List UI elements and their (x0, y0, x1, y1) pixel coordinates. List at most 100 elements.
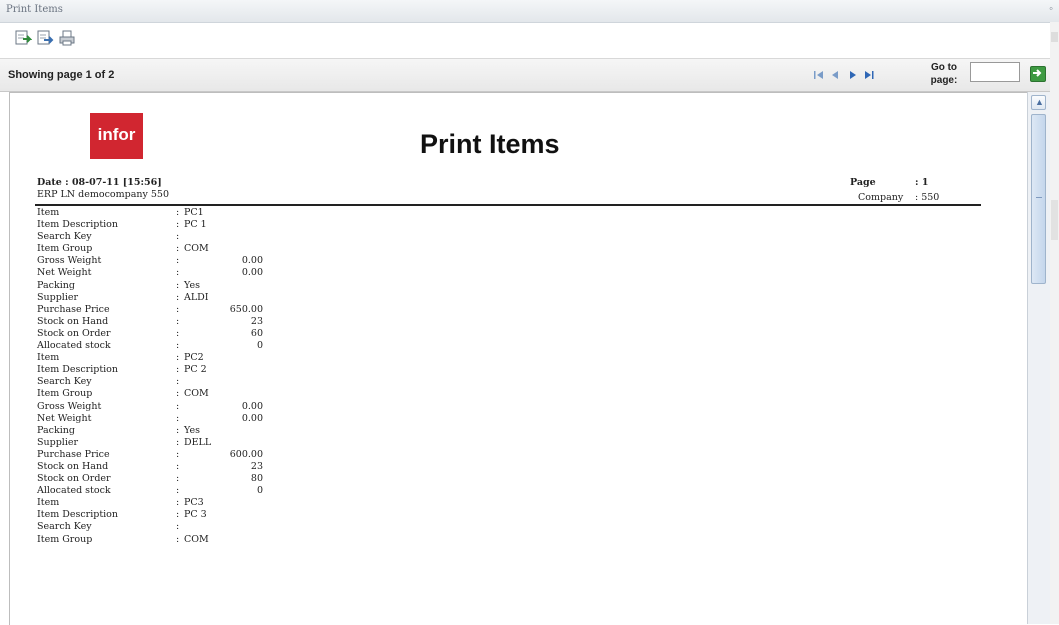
field-value: 60 (250, 327, 263, 339)
field-separator: : (176, 207, 180, 218)
report-row: Stock on Order: 60 (37, 328, 437, 340)
report-row: Allocated stock: 0 (37, 340, 437, 352)
scroll-thumb[interactable] (1031, 114, 1046, 284)
report-row: Stock on Order: 80 (37, 473, 437, 485)
title-bar: Print Items ◦ (0, 0, 1059, 23)
scroll-up-button[interactable]: ▲ (1031, 95, 1046, 110)
go-arrow-icon[interactable] (1030, 66, 1046, 82)
report-company-label: Company (858, 192, 904, 203)
previous-page-icon[interactable] (828, 68, 842, 82)
field-separator: : (176, 388, 180, 400)
report-row: Item Description: PC 3 (37, 509, 437, 521)
field-separator: : (176, 497, 180, 509)
field-label: Net Weight (37, 267, 92, 279)
field-label: Item (37, 352, 60, 364)
field-label: Item Group (37, 533, 93, 545)
field-value: 80 (250, 473, 263, 485)
window-title: Print Items (6, 4, 63, 15)
goto-page-input[interactable] (970, 62, 1020, 82)
report-row: Net Weight: 0.00 (37, 413, 437, 425)
field-value: PC 2 (184, 364, 207, 376)
report-row: Purchase Price: 650.00 (37, 304, 437, 316)
report-row: Stock on Hand: 23 (37, 316, 437, 328)
field-label: Net Weight (37, 412, 92, 424)
report-row: Item Group: COM (37, 388, 437, 400)
field-value: COM (184, 388, 209, 400)
field-separator: : (176, 279, 180, 291)
next-page-icon[interactable] (846, 68, 860, 82)
field-label: Item (37, 497, 60, 509)
print-icon[interactable] (58, 29, 76, 47)
field-value: 23 (250, 460, 263, 472)
field-label: Search Key (37, 521, 92, 533)
report-row: Packing: Yes (37, 280, 437, 292)
report-row: Gross Weight: 0.00 (37, 401, 437, 413)
field-label: Packing (37, 279, 75, 291)
field-label: Allocated stock (37, 340, 111, 352)
report-row: Purchase Price: 600.00 (37, 449, 437, 461)
report-row: Packing: Yes (37, 425, 437, 437)
field-label: Search Key (37, 376, 92, 388)
report-row: Allocated stock: 0 (37, 485, 437, 497)
report-row: Item Group: COM (37, 534, 437, 546)
field-separator: : (176, 448, 180, 460)
report-row: Item Group: COM (37, 243, 437, 255)
window-scroll-thumb[interactable] (1051, 32, 1058, 42)
report-company: ERP LN democompany 550 (37, 189, 170, 200)
field-value: PC2 (184, 352, 204, 364)
field-label: Stock on Order (37, 473, 111, 485)
field-separator: : (176, 364, 180, 376)
field-value: PC1 (184, 207, 204, 218)
report-page-label: Page (850, 177, 876, 188)
field-separator: : (176, 231, 180, 243)
field-value: 0.00 (241, 267, 263, 279)
export-alt-icon[interactable] (36, 29, 54, 47)
field-value: COM (184, 243, 209, 255)
field-separator: : (176, 340, 180, 352)
field-separator: : (176, 424, 180, 436)
field-label: Item Description (37, 219, 119, 231)
report-row: Net Weight: 0.00 (37, 267, 437, 279)
last-page-icon[interactable] (862, 68, 876, 82)
field-value: ALDI (184, 291, 209, 303)
field-separator: : (176, 400, 180, 412)
field-label: Search Key (37, 231, 92, 243)
field-label: Item (37, 207, 60, 218)
header-divider (35, 204, 981, 206)
field-separator: : (176, 303, 180, 315)
close-icon[interactable]: ◦ (1049, 3, 1053, 15)
report-title: Print Items (420, 129, 560, 159)
field-value: Yes (184, 424, 200, 436)
export-icon[interactable] (14, 29, 33, 47)
field-label: Item Description (37, 364, 119, 376)
window-scrollbar[interactable] (1050, 22, 1059, 624)
report-rows: Item: PC1 Item Description: PC 1 Search Key:… (37, 207, 437, 546)
field-label: Item Description (37, 509, 119, 521)
first-page-icon[interactable] (812, 68, 826, 82)
scroll-grip (1036, 197, 1042, 198)
field-separator: : (176, 327, 180, 339)
field-value: 0.00 (241, 412, 263, 424)
field-value: 650.00 (229, 303, 263, 315)
report-company-value: : 550 (915, 192, 940, 203)
field-separator: : (176, 412, 180, 424)
report-row: Search Key: (37, 376, 437, 388)
infor-logo: infor (90, 113, 143, 159)
report-row: Supplier: DELL (37, 437, 437, 449)
field-label: Supplier (37, 291, 79, 303)
window-scroll-track-segment (1051, 200, 1058, 240)
report-page-value: : 1 (915, 177, 929, 188)
field-value: 0 (256, 340, 263, 352)
field-label: Purchase Price (37, 303, 110, 315)
field-value: Yes (184, 279, 200, 291)
field-separator: : (176, 376, 180, 388)
field-separator: : (176, 315, 180, 327)
field-separator: : (176, 219, 180, 231)
field-label: Allocated stock (37, 485, 111, 497)
report-scrollbar[interactable]: ▲ (1027, 92, 1050, 624)
goto-page-label: Go to page: (930, 62, 958, 86)
field-separator: : (176, 291, 180, 303)
report-row: Item: PC1 (37, 207, 437, 219)
field-separator: : (176, 485, 180, 497)
field-value: PC 3 (184, 509, 207, 521)
